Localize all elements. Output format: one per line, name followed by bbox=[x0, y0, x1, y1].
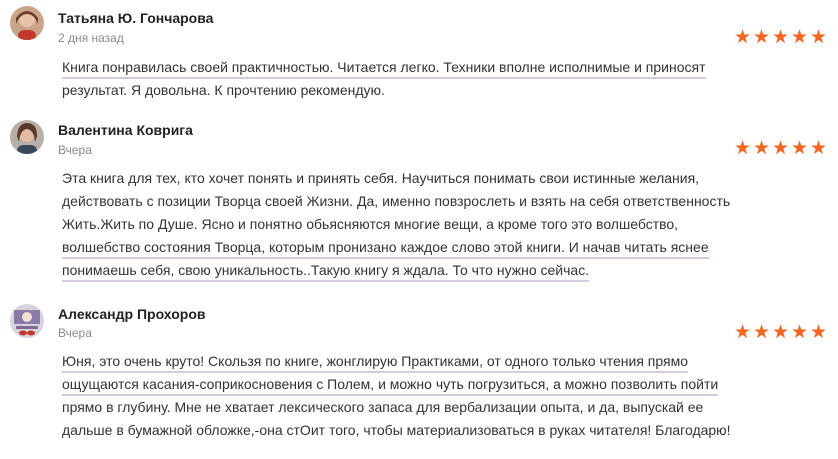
review-text-line: результат. Я довольна. К прочтению реком… bbox=[62, 82, 385, 98]
star-icon: ★ bbox=[790, 138, 809, 159]
review-author[interactable]: Валентина Коврига bbox=[58, 122, 193, 138]
rating-stars: ★ ★ ★ ★ ★ bbox=[733, 323, 828, 342]
star-icon: ★ bbox=[752, 138, 771, 159]
review-text-line: Жить.Жить по Душе. Ясно и понятно обьясн… bbox=[62, 216, 679, 232]
review-author[interactable]: Александр Прохоров bbox=[58, 306, 205, 322]
avatar[interactable] bbox=[10, 120, 44, 154]
star-icon: ★ bbox=[790, 27, 809, 48]
review-text-line: волшебство состояния Творца, которым про… bbox=[62, 239, 709, 259]
star-icon: ★ bbox=[733, 27, 752, 48]
avatar[interactable] bbox=[10, 6, 44, 40]
avatar[interactable] bbox=[10, 304, 44, 338]
star-icon: ★ bbox=[809, 138, 828, 159]
star-icon: ★ bbox=[809, 27, 828, 48]
review-text: Эта книга для тех, кто хочет понять и пр… bbox=[62, 167, 834, 282]
review-text-line: Книга понравилась своей практичностью. Ч… bbox=[62, 59, 706, 79]
review-author[interactable]: Татьяна Ю. Гончарова bbox=[58, 10, 213, 26]
rating-stars: ★ ★ ★ ★ ★ bbox=[733, 139, 828, 158]
star-icon: ★ bbox=[752, 322, 771, 343]
review-text: Книга понравилась своей практичностью. Ч… bbox=[62, 56, 834, 102]
rating-stars: ★ ★ ★ ★ ★ bbox=[733, 28, 828, 47]
star-icon: ★ bbox=[790, 322, 809, 343]
star-icon: ★ bbox=[771, 27, 790, 48]
review-text-line: дальше в бумажной обложке,-она стОит тог… bbox=[62, 422, 731, 438]
review-text: Юня, это очень круто! Скользя по книге, … bbox=[62, 350, 834, 442]
review-text-line: действовать с позиции Творца своей Жизни… bbox=[62, 193, 731, 209]
review-date: Вчера bbox=[58, 326, 92, 340]
review-text-line: Эта книга для тех, кто хочет понять и пр… bbox=[62, 170, 700, 186]
review-date: 2 дня назад bbox=[58, 31, 124, 45]
star-icon: ★ bbox=[771, 138, 790, 159]
star-icon: ★ bbox=[733, 322, 752, 343]
star-icon: ★ bbox=[771, 322, 790, 343]
star-icon: ★ bbox=[733, 138, 752, 159]
review-text-line: прямо в глубину. Мне не хватает лексичес… bbox=[62, 399, 704, 415]
review-date: Вчера bbox=[58, 143, 92, 157]
review-text-line: Юня, это очень круто! Скользя по книге, … bbox=[62, 353, 688, 373]
star-icon: ★ bbox=[752, 27, 771, 48]
review-text-line: понимаешь себя, свою уникальность..Такую… bbox=[62, 262, 590, 282]
review-text-line: ощущаются касания-соприкосновения с Поле… bbox=[62, 376, 719, 396]
star-icon: ★ bbox=[809, 322, 828, 343]
